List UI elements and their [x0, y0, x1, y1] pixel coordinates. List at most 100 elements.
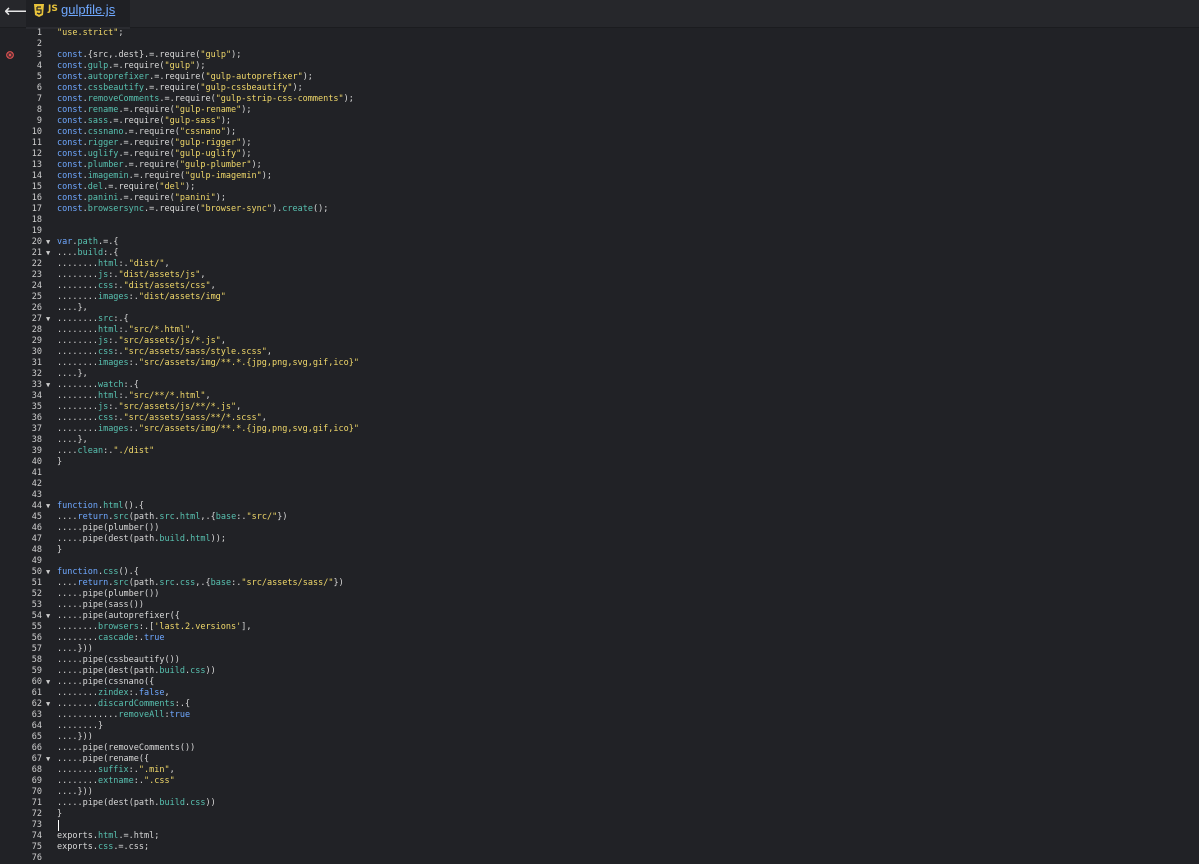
- code-line[interactable]: 75 exports.css.=.css;: [0, 842, 1199, 853]
- code-line[interactable]: 36 ........css:."src/assets/sass/**/*.scs…: [0, 413, 1199, 424]
- code-line[interactable]: 39 ....clean:."./dist": [0, 446, 1199, 457]
- code-line[interactable]: 41: [0, 468, 1199, 479]
- code-line[interactable]: 50 ▼ function.css().{: [0, 567, 1199, 578]
- code-line[interactable]: 22 ........html:."dist/",: [0, 259, 1199, 270]
- code-line[interactable]: 61 ........zindex:.false,: [0, 688, 1199, 699]
- code-line[interactable]: 12 const.uglify.=.require("gulp-uglify");: [0, 149, 1199, 160]
- fold-toggle-icon[interactable]: ▼: [46, 237, 50, 248]
- line-number: 76: [31, 853, 42, 863]
- code-line[interactable]: 4 const.gulp.=.require("gulp");: [0, 61, 1199, 72]
- code-editor[interactable]: 1 "use.strict"; 2 3 const.{src,.dest}.=.requ…: [0, 27, 1199, 864]
- code-line[interactable]: 70....})): [0, 787, 1199, 798]
- code-line[interactable]: 49: [0, 556, 1199, 567]
- code-line[interactable]: 25 ........images:."dist/assets/img": [0, 292, 1199, 303]
- code-line[interactable]: 56 ........cascade:.true: [0, 633, 1199, 644]
- fold-toggle-icon[interactable]: ▼: [46, 380, 50, 391]
- code-line[interactable]: 69 ........extname:.".css": [0, 776, 1199, 787]
- line-number: 41: [31, 468, 42, 478]
- code-line[interactable]: 27 ▼ ........src:.{: [0, 314, 1199, 325]
- line-number: 16: [31, 193, 42, 203]
- fold-toggle-icon[interactable]: ▼: [46, 754, 50, 765]
- code-line[interactable]: 64........}: [0, 721, 1199, 732]
- code-line[interactable]: 34 ........html:."src/**/*.html",: [0, 391, 1199, 402]
- code-line[interactable]: 43: [0, 490, 1199, 501]
- line-number: 50: [31, 567, 42, 577]
- code-line[interactable]: 40}: [0, 457, 1199, 468]
- code-line[interactable]: 60 ▼ .....pipe(cssnano({: [0, 677, 1199, 688]
- code-line[interactable]: 32....},: [0, 369, 1199, 380]
- code-line[interactable]: 37 ........images:."src/assets/img/**.*.{…: [0, 424, 1199, 435]
- code-line[interactable]: 35 ........js:."src/assets/js/**/*.js",: [0, 402, 1199, 413]
- code-line[interactable]: 2: [0, 39, 1199, 50]
- code-line[interactable]: 46 .....pipe(plumber()): [0, 523, 1199, 534]
- code-line[interactable]: 74 exports.html.=.html;: [0, 831, 1199, 842]
- code-line[interactable]: 26....},: [0, 303, 1199, 314]
- code-line[interactable]: 6 const.cssbeautify.=.require("gulp-cssbe…: [0, 83, 1199, 94]
- code-line[interactable]: 54 ▼ .....pipe(autoprefixer({: [0, 611, 1199, 622]
- code-line[interactable]: 30 ........css:."src/assets/sass/style.sc…: [0, 347, 1199, 358]
- code-line[interactable]: 23 ........js:."dist/assets/js",: [0, 270, 1199, 281]
- code-line[interactable]: 58 .....pipe(cssbeautify()): [0, 655, 1199, 666]
- code-line[interactable]: 31 ........images:."src/assets/img/**.*.{…: [0, 358, 1199, 369]
- code-line[interactable]: 5 const.autoprefixer.=.require("gulp-auto…: [0, 72, 1199, 83]
- code-line[interactable]: 8 const.rename.=.require("gulp-rename");: [0, 105, 1199, 116]
- code-line[interactable]: 55 ........browsers:.['last.2.versions'],: [0, 622, 1199, 633]
- code-text: function.html().{: [57, 501, 145, 511]
- fold-toggle-icon[interactable]: ▼: [46, 699, 50, 710]
- code-line[interactable]: 14 const.imagemin.=.require("gulp-imagemi…: [0, 171, 1199, 182]
- code-line[interactable]: 38....},: [0, 435, 1199, 446]
- code-line[interactable]: 13 const.plumber.=.require("gulp-plumber"…: [0, 160, 1199, 171]
- code-line[interactable]: 73: [0, 820, 1199, 831]
- code-line[interactable]: 68 ........suffix:.".min",: [0, 765, 1199, 776]
- code-line[interactable]: 44 ▼ function.html().{: [0, 501, 1199, 512]
- code-line[interactable]: 24 ........css:."dist/assets/css",: [0, 281, 1199, 292]
- code-line[interactable]: 76: [0, 853, 1199, 864]
- line-number: 7: [36, 94, 42, 104]
- code-line[interactable]: 66 .....pipe(removeComments()): [0, 743, 1199, 754]
- fold-toggle-icon[interactable]: ▼: [46, 314, 50, 325]
- fold-toggle-icon[interactable]: ▼: [46, 677, 50, 688]
- fold-toggle-icon[interactable]: ▼: [46, 611, 50, 622]
- code-line[interactable]: 18: [0, 215, 1199, 226]
- tab-gulpfile[interactable]: JS gulpfile.js: [26, 0, 130, 29]
- code-line[interactable]: 67 ▼ .....pipe(rename({: [0, 754, 1199, 765]
- back-arrow-icon[interactable]: ⟵: [4, 0, 30, 27]
- code-line[interactable]: 45 ....return.src(path.src.html,.{base:."…: [0, 512, 1199, 523]
- code-line[interactable]: 28 ........html:."src/*.html",: [0, 325, 1199, 336]
- code-line[interactable]: 11 const.rigger.=.require("gulp-rigger");: [0, 138, 1199, 149]
- code-line[interactable]: 10 const.cssnano.=.require("cssnano");: [0, 127, 1199, 138]
- code-line[interactable]: 71 .....pipe(dest(path.build.css)): [0, 798, 1199, 809]
- code-line[interactable]: 57....})): [0, 644, 1199, 655]
- code-line[interactable]: 3 const.{src,.dest}.=.require("gulp");: [0, 50, 1199, 61]
- code-line[interactable]: 33 ▼ ........watch:.{: [0, 380, 1199, 391]
- code-line[interactable]: 42: [0, 479, 1199, 490]
- fold-toggle-icon[interactable]: ▼: [46, 248, 50, 259]
- code-line[interactable]: 9 const.sass.=.require("gulp-sass");: [0, 116, 1199, 127]
- code-line[interactable]: 63 ............removeAll:true: [0, 710, 1199, 721]
- code-line[interactable]: 29 ........js:."src/assets/js/*.js",: [0, 336, 1199, 347]
- code-line[interactable]: 15 const.del.=.require("del");: [0, 182, 1199, 193]
- code-line[interactable]: 51 ....return.src(path.src.css,.{base:."s…: [0, 578, 1199, 589]
- error-marker-icon[interactable]: [6, 51, 14, 59]
- code-line[interactable]: 47 .....pipe(dest(path.build.html));: [0, 534, 1199, 545]
- code-line[interactable]: 7 const.removeComments.=.require("gulp-st…: [0, 94, 1199, 105]
- code-line[interactable]: 72}: [0, 809, 1199, 820]
- code-line[interactable]: 62 ▼ ........discardComments:.{: [0, 699, 1199, 710]
- line-number: 75: [31, 842, 42, 852]
- code-text: ....})): [57, 787, 93, 797]
- code-line[interactable]: 17 const.browsersync.=.require("browser-s…: [0, 204, 1199, 215]
- fold-toggle-icon[interactable]: ▼: [46, 567, 50, 578]
- code-line[interactable]: 52 .....pipe(plumber()): [0, 589, 1199, 600]
- code-line[interactable]: 21 ▼ ....build:.{: [0, 248, 1199, 259]
- code-line[interactable]: 1 "use.strict";: [0, 28, 1199, 39]
- code-line[interactable]: 19: [0, 226, 1199, 237]
- code-line[interactable]: 48}: [0, 545, 1199, 556]
- code-line[interactable]: 53 .....pipe(sass()): [0, 600, 1199, 611]
- code-text: .....pipe(removeComments()): [57, 743, 196, 753]
- code-line[interactable]: 16 const.panini.=.require("panini");: [0, 193, 1199, 204]
- fold-toggle-icon[interactable]: ▼: [46, 501, 50, 512]
- code-line[interactable]: 59 .....pipe(dest(path.build.css)): [0, 666, 1199, 677]
- code-line[interactable]: 65....})): [0, 732, 1199, 743]
- code-line[interactable]: 20 ▼ var.path.=.{: [0, 237, 1199, 248]
- file-badge-icon: [34, 4, 44, 17]
